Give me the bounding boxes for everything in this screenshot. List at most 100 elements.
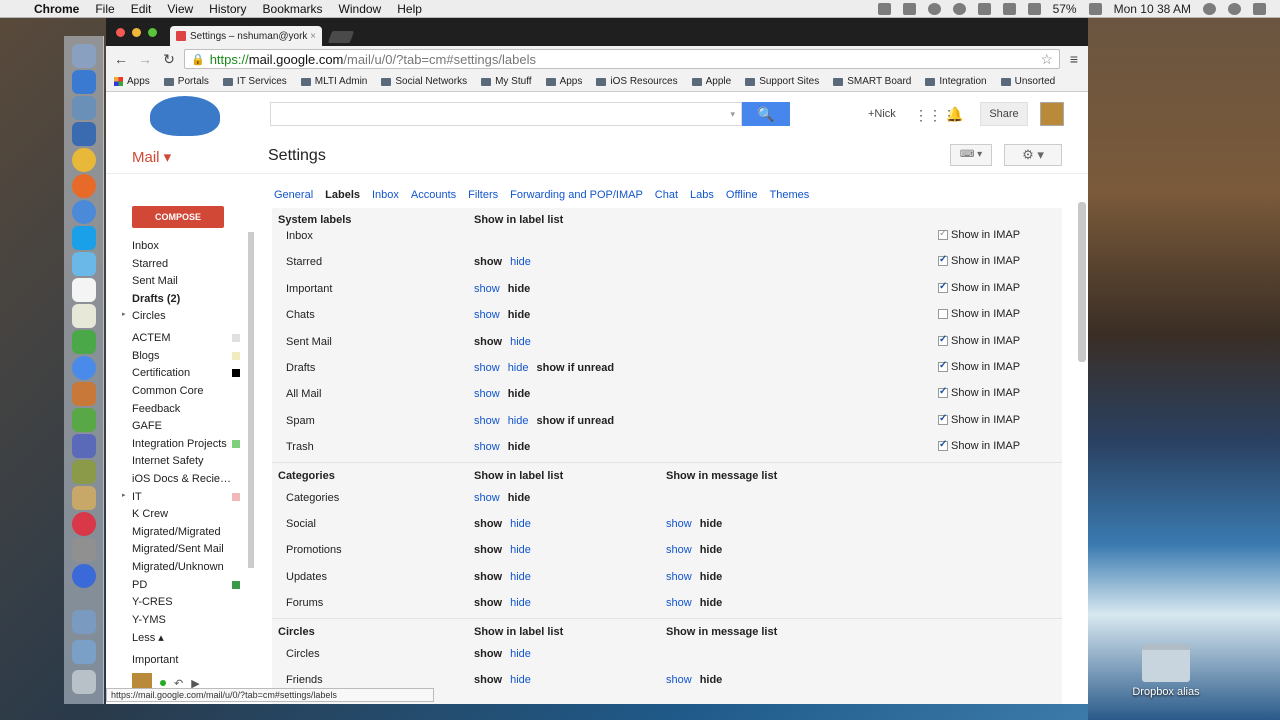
menu-history[interactable]: History [201,2,254,16]
settings-gear-button[interactable]: ⚙ ▾ [1004,144,1062,166]
option-link[interactable]: hide [508,415,529,427]
option-link[interactable]: hide [508,362,529,374]
bookmark-6[interactable]: Apps [545,76,582,87]
imovie-icon[interactable] [72,460,96,484]
system-preferences-icon[interactable] [72,538,96,562]
sidebar-item[interactable]: Certification [132,367,252,379]
reload-icon[interactable]: ↻ [160,51,178,68]
option-link[interactable]: hide [510,256,531,268]
sidebar-item[interactable]: K Crew [132,508,252,520]
sidebar-item[interactable]: ACTEM [132,332,252,344]
menu-view[interactable]: View [159,2,201,16]
app-store-icon[interactable] [72,70,96,94]
bookmark-7[interactable]: iOS Resources [596,76,678,87]
user-icon[interactable] [1203,2,1216,15]
settings-tab[interactable]: Filters [468,189,498,201]
sidebar-item[interactable]: Feedback [132,403,252,415]
input-tools-button[interactable]: ⌨ ▾ [950,144,992,166]
cleanup-icon[interactable] [72,512,96,536]
settings-tab[interactable]: Labels [325,189,360,201]
chrome-menu-icon[interactable]: ≡ [1066,51,1082,67]
numbers-icon[interactable] [72,408,96,432]
imap-checkbox[interactable] [938,386,948,399]
sidebar-item[interactable]: PD [132,579,252,591]
settings-tab[interactable]: Inbox [372,189,399,201]
spotlight-icon[interactable] [1228,2,1241,15]
time-machine-icon[interactable] [952,2,966,15]
bookmark-5[interactable]: My Stuff [481,76,532,87]
imap-checkbox[interactable] [938,254,948,267]
sidebar-item[interactable]: Integration Projects [132,438,252,450]
option-link[interactable]: hide [510,336,531,348]
bookmark-12[interactable]: Unsorted [1000,76,1055,87]
menubar-clock[interactable]: Mon 10 38 AM [1114,2,1191,16]
bluetooth-icon[interactable] [977,2,991,15]
preview-icon[interactable] [72,486,96,510]
option-link[interactable]: show [474,441,500,453]
menu-edit[interactable]: Edit [123,2,160,16]
chrome-icon[interactable] [72,148,96,172]
settings-tab[interactable]: Chat [655,189,678,201]
iphoto-icon[interactable] [72,122,96,146]
option-link[interactable]: hide [510,674,531,686]
show-in-imap-toggle[interactable]: Show in IMAP [938,360,1020,373]
trash-icon[interactable] [72,670,96,694]
evernote-tray-icon[interactable] [877,2,891,15]
close-window-icon[interactable] [116,28,125,37]
sync-tray-icon[interactable] [927,2,941,15]
option-link[interactable]: show [474,283,500,295]
dropbox-alias-desktop-item[interactable]: Dropbox alias [1130,644,1202,698]
menu-window[interactable]: Window [331,2,390,16]
forward-icon[interactable]: → [136,51,154,67]
plus-nick-link[interactable]: +Nick [868,108,896,120]
show-in-imap-toggle[interactable]: Show in IMAP [938,308,1020,320]
option-link[interactable]: show [474,415,500,427]
sidebar-item[interactable]: Less ▴ [132,631,252,644]
label-color-swatch[interactable] [232,334,240,342]
option-link[interactable]: show [666,518,692,530]
share-button[interactable]: Share [980,102,1028,126]
bookmark-10[interactable]: SMART Board [833,76,911,87]
imap-checkbox[interactable] [938,360,948,372]
expand-arrow-icon[interactable]: ▸ [122,491,126,499]
back-icon[interactable]: ← [112,51,130,67]
show-in-imap-toggle[interactable]: Show in IMAP [938,228,1020,241]
keynote-icon[interactable] [72,382,96,406]
dropbox-tray-icon[interactable] [902,2,916,15]
volume-icon[interactable] [1027,2,1041,15]
address-bar[interactable]: 🔒 https:// mail.google.com /mail/u/0/?ta… [184,49,1060,69]
option-link[interactable]: show [474,492,500,504]
zoom-window-icon[interactable] [148,28,157,37]
label-color-swatch[interactable] [232,352,240,360]
menu-bookmarks[interactable]: Bookmarks [255,2,331,16]
wildcat-logo[interactable] [150,96,220,136]
sidebar-item[interactable]: Drafts (2) [132,293,252,305]
option-link[interactable]: show [474,309,500,321]
notification-center-icon[interactable] [1253,2,1266,15]
menu-file[interactable]: File [87,2,122,16]
label-color-swatch[interactable] [232,581,240,589]
tab-close-icon[interactable]: × [310,31,316,42]
notifications-bell-icon[interactable]: 🔔 [946,106,963,123]
sidebar-item[interactable]: ▸ IT [122,491,252,503]
show-in-imap-toggle[interactable]: Show in IMAP [938,413,1020,426]
imap-checkbox[interactable] [938,228,948,240]
bookmark-9[interactable]: Support Sites [745,76,819,87]
downloads-folder-icon[interactable] [72,640,96,664]
settings-tab[interactable]: Themes [770,189,810,201]
option-link[interactable]: show [474,388,500,400]
compose-button[interactable]: COMPOSE [132,206,224,228]
sidebar-item[interactable]: GAFE [132,420,252,432]
bookmark-1[interactable]: Portals [163,76,209,87]
sidebar-item[interactable]: Starred [132,258,252,270]
option-link[interactable]: hide [510,544,531,556]
settings-tab[interactable]: Accounts [411,189,456,201]
imap-checkbox[interactable] [938,309,948,320]
imap-checkbox[interactable] [938,281,948,293]
sidebar-item[interactable]: Migrated/Unknown [132,561,252,573]
bookmark-2[interactable]: IT Services [222,76,287,87]
sidebar-item[interactable]: Common Core [132,385,252,397]
finder-icon[interactable] [72,44,96,68]
menu-app[interactable]: Chrome [30,2,87,16]
option-link[interactable]: hide [510,597,531,609]
